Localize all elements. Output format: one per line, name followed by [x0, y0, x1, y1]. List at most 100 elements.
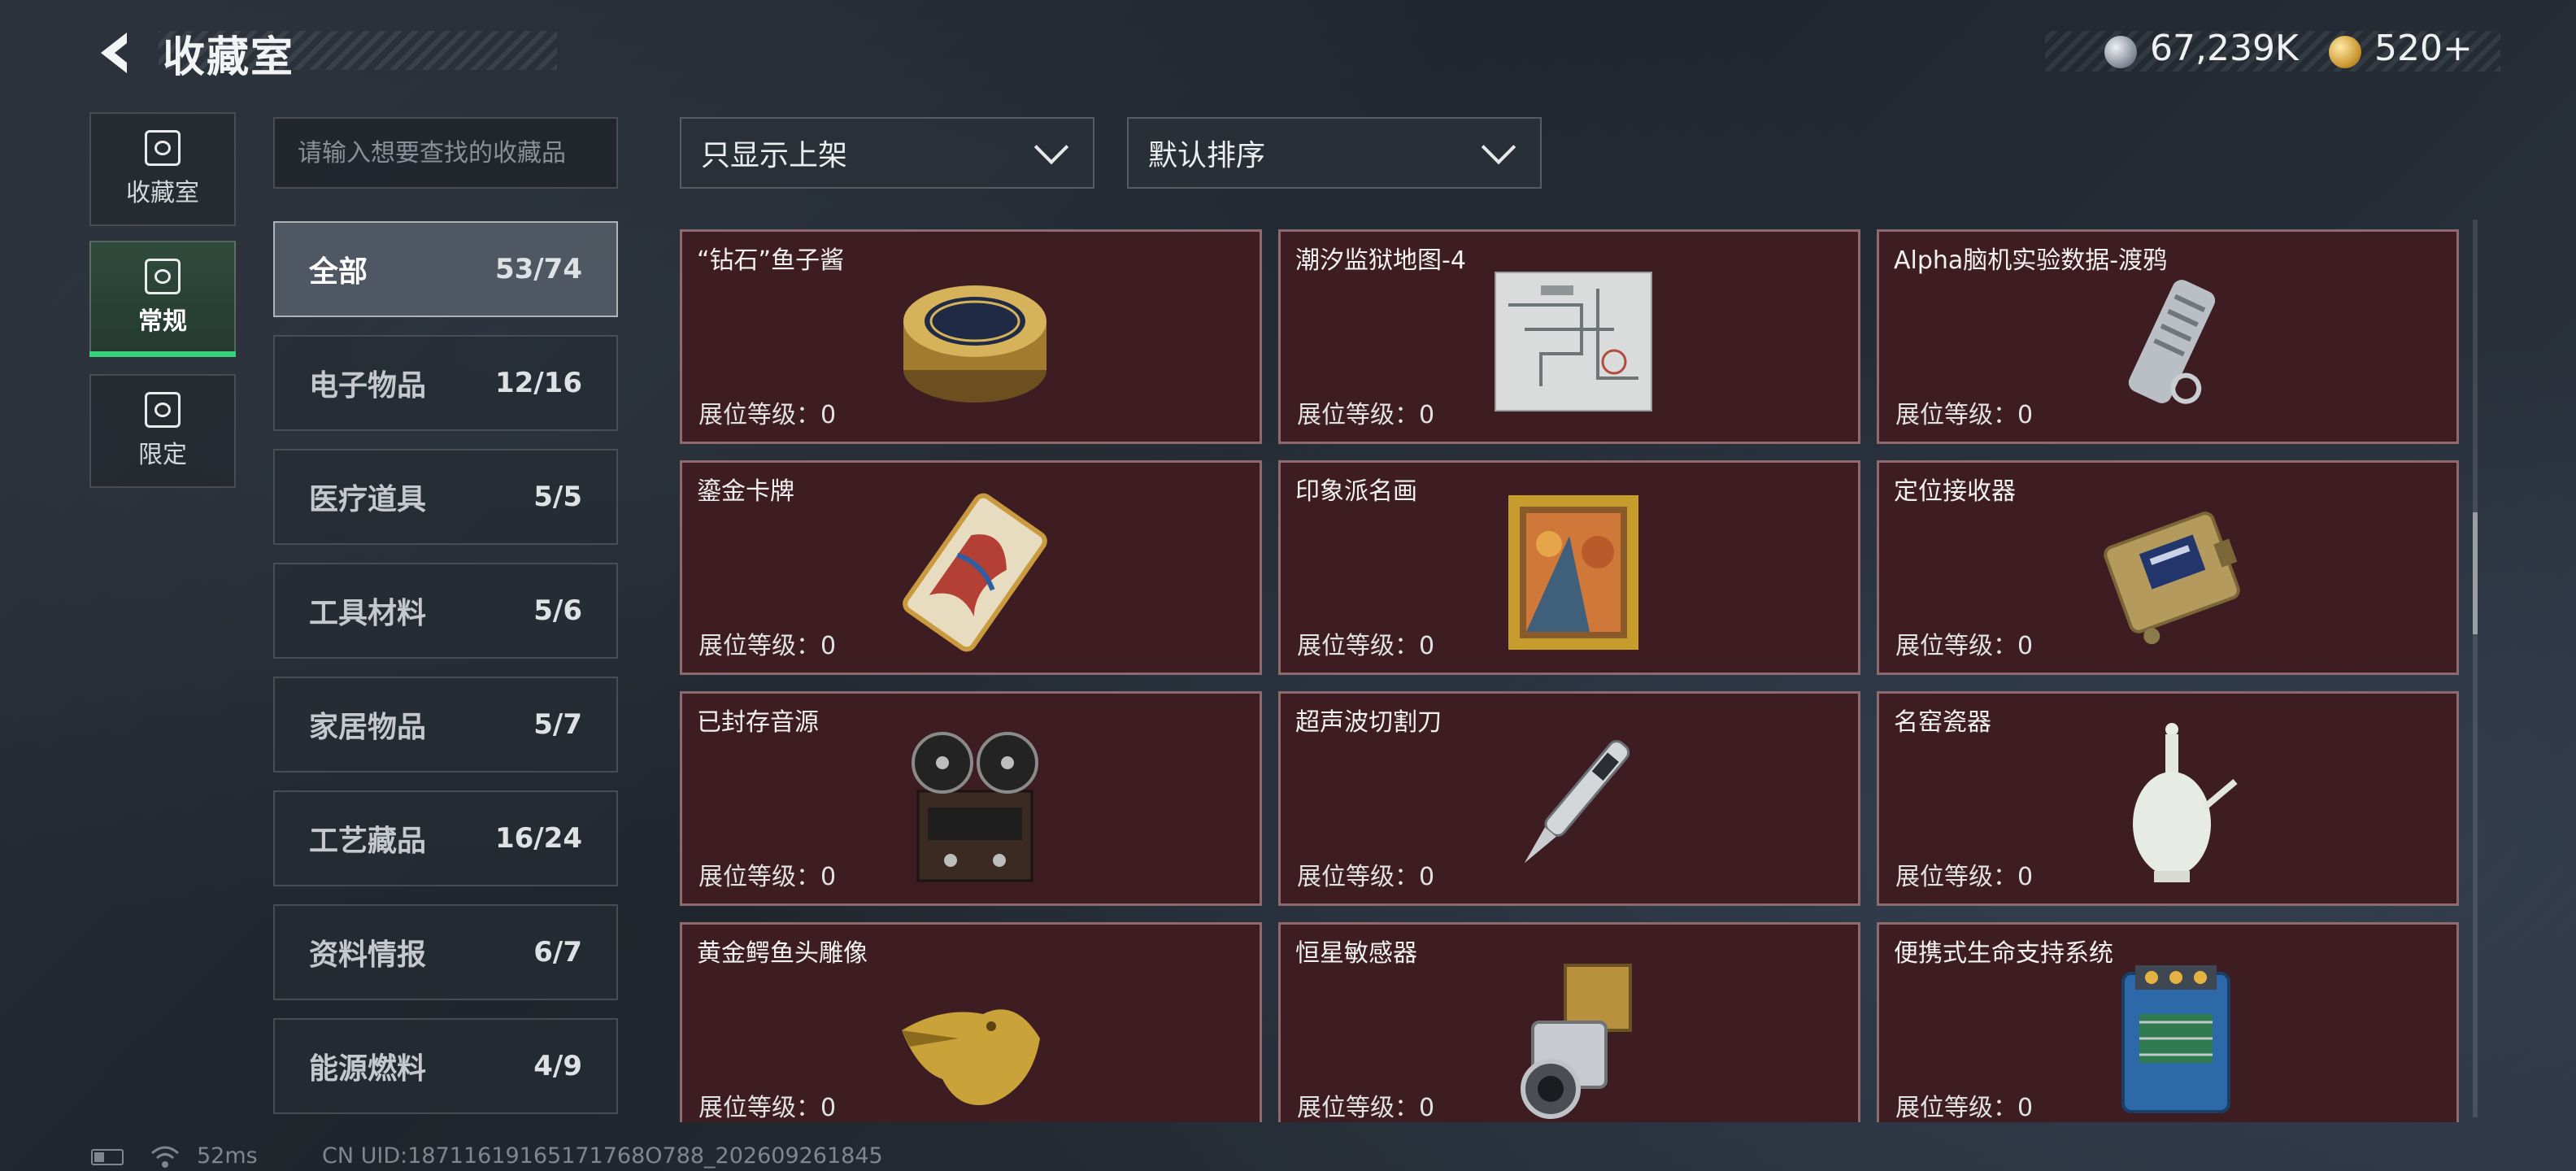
collection-grid[interactable]: “钻石”鱼子酱 展位等级：0 潮汐监狱地图-4 展位等级：0 Alpha脑机实验… [680, 229, 2469, 1122]
item-name: 名窑瓷器 [1894, 708, 1991, 737]
booth-level: 展位等级：0 [698, 863, 837, 891]
battery-icon [91, 1149, 124, 1165]
item-name: 潮汐监狱地图-4 [1295, 246, 1466, 275]
category-medical[interactable]: 医疗道具 5/5 [273, 449, 618, 545]
data-drive-icon [2128, 280, 2216, 404]
limited-icon [145, 392, 181, 428]
nav-label: 收藏室 [126, 179, 199, 207]
collection-card[interactable]: 便携式生命支持系统 展位等级：0 [1877, 922, 2459, 1122]
item-name: Alpha脑机实验数据-渡鸦 [1894, 246, 2168, 275]
silver-currency-value: 67,239K [2150, 28, 2299, 69]
gold-coin-icon [2329, 36, 2361, 68]
item-name: 超声波切割刀 [1295, 708, 1442, 737]
booth-level: 展位等级：0 [1895, 632, 2034, 660]
category-household[interactable]: 家居物品 5/7 [273, 677, 618, 773]
category-name: 工具材料 [309, 597, 427, 630]
category-count: 5/5 [533, 481, 582, 513]
category-count: 5/7 [533, 708, 582, 741]
collection-card[interactable]: 定位接收器 展位等级：0 [1877, 460, 2459, 675]
back-arrow-icon [101, 33, 127, 73]
page-title: 收藏室 [163, 33, 295, 82]
collection-card[interactable]: 名窑瓷器 展位等级：0 [1877, 691, 2459, 906]
category-intel[interactable]: 资料情报 6/7 [273, 904, 618, 1000]
star-sensor-icon [1521, 964, 1632, 1119]
life-support-icon [2121, 965, 2230, 1113]
item-name: 黄金鳄鱼头雕像 [697, 939, 868, 968]
category-name: 家居物品 [309, 711, 427, 744]
item-name: 已封存音源 [697, 708, 819, 737]
collection-card[interactable]: 鎏金卡牌 展位等级：0 [680, 460, 1262, 675]
regular-icon [145, 259, 181, 294]
collection-card[interactable]: 潮汐监狱地图-4 展位等级：0 [1278, 229, 1860, 444]
nav-item-limited[interactable]: 限定 [89, 374, 236, 488]
category-count: 53/74 [494, 253, 582, 285]
category-all[interactable]: 全部 53/74 [273, 221, 618, 317]
booth-level: 展位等级：0 [1297, 1094, 1435, 1122]
booth-level: 展位等级：0 [698, 1094, 837, 1122]
gold-crocodile-icon [902, 1009, 1040, 1105]
ping-value: 52ms [197, 1143, 258, 1169]
nav-item-collection-room[interactable]: 收藏室 [89, 112, 236, 226]
nav-label: 常规 [138, 307, 187, 336]
collection-card[interactable]: “钻石”鱼子酱 展位等级：0 [680, 229, 1262, 444]
active-nav-indicator [89, 351, 236, 357]
item-name: “钻石”鱼子酱 [697, 246, 845, 275]
locator-receiver-icon [2104, 511, 2240, 645]
category-name: 医疗道具 [309, 483, 427, 516]
porcelain-vase-icon [2133, 723, 2238, 882]
back-button[interactable] [89, 24, 146, 81]
nav-label: 限定 [138, 441, 187, 469]
grid-scrollbar[interactable] [2473, 220, 2478, 1117]
chevron-down-icon [1033, 129, 1069, 165]
item-name: 便携式生命支持系统 [1894, 939, 2113, 968]
category-count: 4/9 [533, 1050, 582, 1082]
search-input[interactable] [275, 119, 616, 187]
booth-level: 展位等级：0 [698, 632, 837, 660]
grid-scroll-thumb[interactable] [2473, 512, 2478, 634]
booth-level: 展位等级：0 [1297, 401, 1435, 429]
ultrasonic-cutter-icon [1524, 740, 1630, 864]
item-name: 恒星敏感器 [1295, 939, 1417, 968]
category-energy[interactable]: 能源燃料 4/9 [273, 1018, 618, 1114]
collection-card[interactable]: 已封存音源 展位等级：0 [680, 691, 1262, 906]
booth-level: 展位等级：0 [1297, 863, 1435, 891]
category-count: 5/6 [533, 594, 582, 627]
category-name: 资料情报 [309, 938, 427, 972]
booth-level: 展位等级：0 [698, 401, 837, 429]
caviar-tin-icon [903, 285, 1046, 403]
wifi-icon [151, 1146, 179, 1168]
category-name: 能源燃料 [309, 1052, 427, 1086]
booth-level: 展位等级：0 [1895, 401, 2034, 429]
search-box[interactable] [273, 117, 618, 189]
collection-room-icon [145, 130, 181, 166]
chevron-down-icon [1481, 129, 1516, 165]
sort-dropdown[interactable]: 默认排序 [1127, 117, 1542, 189]
booth-level: 展位等级：0 [1895, 863, 2034, 891]
category-name: 电子物品 [309, 369, 427, 403]
item-name: 鎏金卡牌 [697, 477, 794, 506]
nav-item-regular[interactable]: 常规 [89, 241, 236, 355]
category-electronics[interactable]: 电子物品 12/16 [273, 335, 618, 431]
category-crafts[interactable]: 工艺藏品 16/24 [273, 790, 618, 886]
collection-card[interactable]: 印象派名画 展位等级：0 [1278, 460, 1860, 675]
gilded-card-icon [903, 493, 1047, 652]
item-name: 定位接收器 [1894, 477, 2016, 506]
prison-map-icon [1495, 272, 1652, 411]
shelf-filter-label: 只显示上架 [701, 139, 848, 172]
shelf-filter-dropdown[interactable]: 只显示上架 [680, 117, 1094, 189]
item-name: 印象派名画 [1295, 477, 1417, 506]
gold-currency-value[interactable]: 520+ [2374, 28, 2473, 69]
booth-level: 展位等级：0 [1297, 632, 1435, 660]
category-count: 6/7 [533, 936, 582, 969]
collection-card[interactable]: 黄金鳄鱼头雕像 展位等级：0 [680, 922, 1262, 1122]
collection-card[interactable]: 恒星敏感器 展位等级：0 [1278, 922, 1860, 1122]
category-count: 16/24 [494, 822, 582, 855]
collection-card[interactable]: 超声波切割刀 展位等级：0 [1278, 691, 1860, 906]
category-tools[interactable]: 工具材料 5/6 [273, 563, 618, 659]
sort-label: 默认排序 [1148, 139, 1266, 172]
silver-coin-icon [2104, 36, 2137, 68]
category-count: 12/16 [494, 367, 582, 399]
collection-card[interactable]: Alpha脑机实验数据-渡鸦 展位等级：0 [1877, 229, 2459, 444]
reel-recorder-icon [912, 732, 1038, 882]
category-name: 全部 [309, 255, 368, 289]
